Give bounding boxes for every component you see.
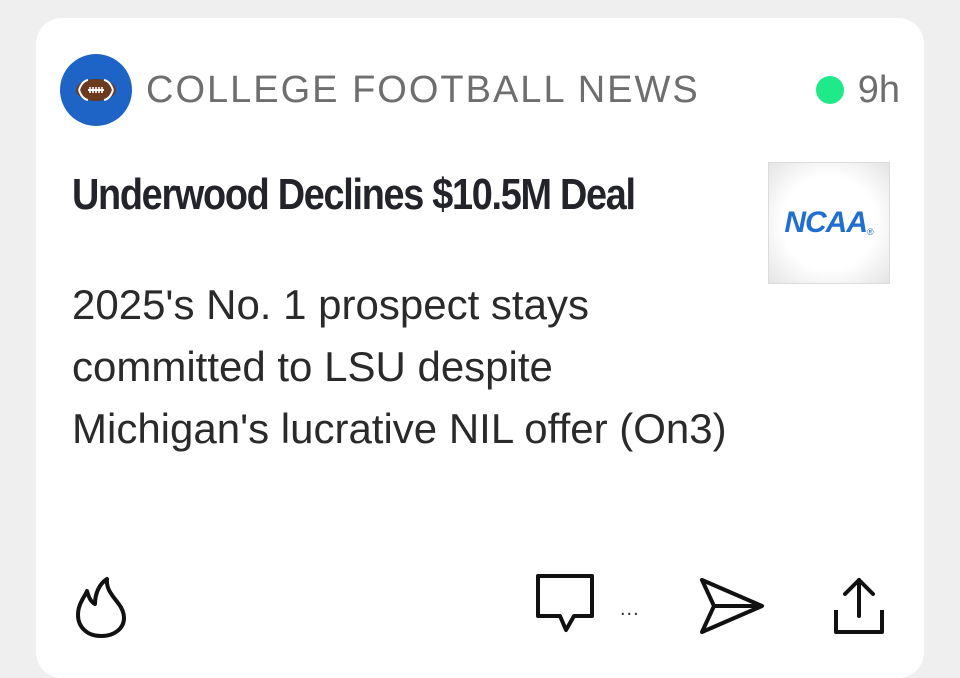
send-icon[interactable] bbox=[696, 574, 766, 643]
article-thumbnail[interactable]: NCAA ® bbox=[768, 162, 890, 284]
source-logo[interactable] bbox=[60, 54, 132, 126]
comment-icon[interactable] bbox=[532, 572, 598, 641]
comment-count[interactable]: ... bbox=[620, 598, 640, 621]
news-card[interactable]: COLLEGE FOOTBALL NEWS 9h Underwood Decli… bbox=[36, 18, 924, 678]
thumbnail-registered-mark: ® bbox=[867, 227, 874, 237]
time-ago: 9h bbox=[857, 68, 900, 111]
timestamp: 9h bbox=[815, 68, 900, 112]
share-icon[interactable] bbox=[830, 574, 888, 643]
card-header: COLLEGE FOOTBALL NEWS 9h bbox=[60, 54, 900, 126]
article-headline[interactable]: Underwood Declines $10.5M Deal bbox=[72, 168, 665, 222]
fire-icon[interactable] bbox=[74, 576, 128, 645]
thumbnail-logo-text: NCAA bbox=[784, 206, 868, 239]
source-name[interactable]: COLLEGE FOOTBALL NEWS bbox=[146, 69, 700, 112]
live-status-dot bbox=[815, 76, 844, 104]
football-icon bbox=[76, 79, 116, 101]
article-summary[interactable]: 2025's No. 1 prospect stays committed to… bbox=[72, 274, 732, 460]
